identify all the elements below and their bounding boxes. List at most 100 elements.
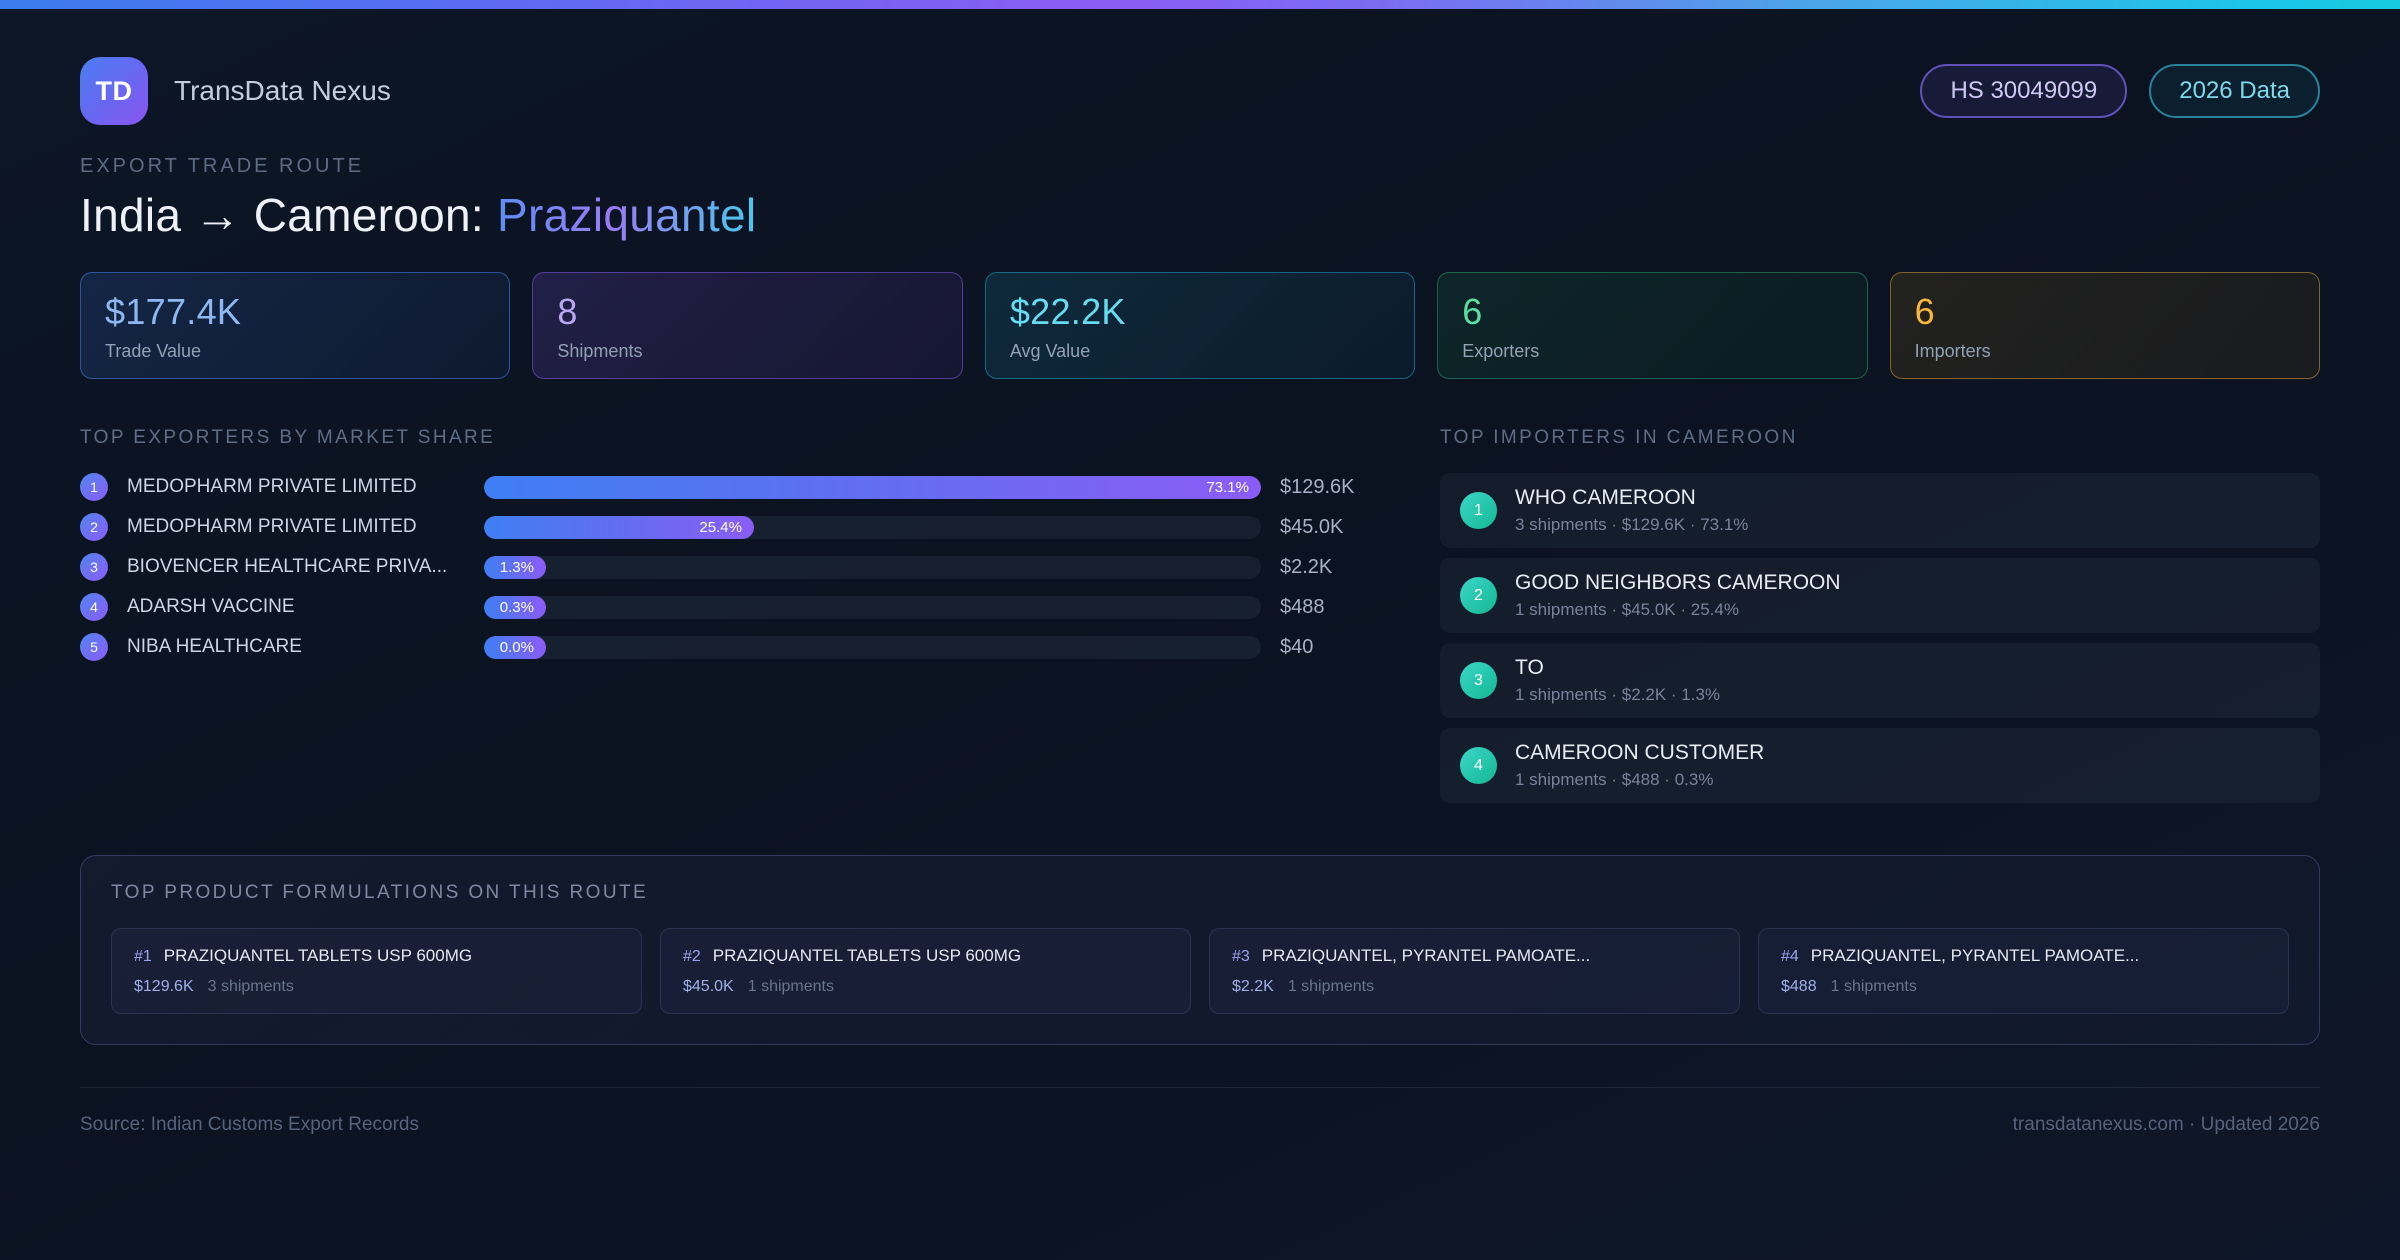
exporter-row[interactable]: 3 BIOVENCER HEALTHCARE PRIVA... 1.3% $2.… [80, 553, 1380, 581]
stat-label: Avg Value [1009, 341, 1091, 361]
product-rank: #3 [1232, 948, 1250, 965]
importer-info: WHO CAMEROON 3 shipments · $129.6K · 73.… [1515, 486, 1748, 535]
importer-card[interactable]: 1 WHO CAMEROON 3 shipments · $129.6K · 7… [1440, 473, 2320, 548]
product-header: #2 PRAZIQUANTEL TABLETS USP 600MG [683, 946, 1168, 966]
stat-value: $177.4K [105, 291, 242, 332]
importer-name: WHO CAMEROON [1515, 486, 1696, 509]
exporter-name: NIBA HEALTHCARE [127, 636, 302, 657]
product-card[interactable]: #4 PRAZIQUANTEL, PYRANTEL PAMOATE... $48… [1758, 928, 2289, 1014]
exporter-name: MEDOPHARM PRIVATE LIMITED [127, 476, 417, 497]
importer-rank-badge: 1 [1460, 492, 1497, 529]
exporter-row[interactable]: 4 ADARSH VACCINE 0.3% $488 [80, 593, 1380, 621]
stat-card: 6 Exporters [1437, 272, 1868, 379]
page-title-product: Praziquantel [497, 189, 757, 241]
stat-card: 6 Importers [1889, 272, 2321, 379]
product-card[interactable]: #3 PRAZIQUANTEL, PYRANTEL PAMOATE... $2.… [1209, 928, 1740, 1014]
exporter-trade-value: $40 [1280, 635, 1314, 658]
app-logo-text: TD [95, 75, 133, 106]
stat-value: 6 [1462, 291, 1483, 332]
product-name: PRAZIQUANTEL TABLETS USP 600MG [712, 946, 1022, 965]
app-name: TransData Nexus [174, 75, 391, 106]
products-section-title: TOP PRODUCT FORMULATIONS ON THIS ROUTE [111, 882, 649, 903]
stat-label: Importers [1914, 341, 1991, 361]
importer-card[interactable]: 3 TO 1 shipments · $2.2K · 1.3% [1440, 643, 2320, 718]
product-name: PRAZIQUANTEL, PYRANTEL PAMOATE... [1810, 946, 2140, 965]
importers-list: 1 WHO CAMEROON 3 shipments · $129.6K · 7… [1440, 473, 2320, 803]
importer-card[interactable]: 2 GOOD NEIGHBORS CAMEROON 1 shipments · … [1440, 558, 2320, 633]
market-share-bar-track: 73.1% [484, 475, 1261, 499]
importer-rank-badge: 4 [1460, 747, 1497, 784]
footer: Source: Indian Customs Export Records tr… [80, 1087, 2320, 1136]
market-share-bar: 73.1% [484, 475, 1261, 499]
market-share-percentage: 0.0% [499, 638, 534, 656]
exporter-rank-badge: 1 [80, 473, 108, 501]
exporter-row[interactable]: 2 MEDOPHARM PRIVATE LIMITED 25.4% $45.0K [80, 513, 1380, 541]
exporters-section-title: TOP EXPORTERS BY MARKET SHARE [80, 427, 496, 448]
exporter-name: ADARSH VACCINE [127, 596, 295, 617]
market-share-bar: 0.3% [484, 595, 546, 619]
stat-card: 8 Shipments [532, 272, 963, 379]
stat-value: $22.2K [1009, 291, 1126, 332]
importer-meta: 3 shipments · $129.6K · 73.1% [1515, 515, 1749, 534]
exporter-trade-value: $488 [1280, 595, 1325, 618]
header: TD TransData Nexus HS 30049099 2026 Data [80, 57, 2320, 125]
footer-site-link[interactable]: transdatanexus.com · Updated 2026 [2013, 1114, 2320, 1136]
market-share-bar-track: 1.3% [484, 555, 1261, 579]
product-header: #3 PRAZIQUANTEL, PYRANTEL PAMOATE... [1232, 946, 1717, 966]
importers-section-title: TOP IMPORTERS IN CAMEROON [1440, 427, 1798, 448]
stat-cards-row: $177.4K Trade Value 8 Shipments $22.2K A… [80, 272, 2321, 379]
product-stats: $45.0K 1 shipments [683, 978, 1168, 996]
product-rank: #4 [1781, 948, 1799, 965]
product-card[interactable]: #1 PRAZIQUANTEL TABLETS USP 600MG $129.6… [111, 928, 642, 1014]
stat-label: Shipments [557, 341, 643, 361]
product-card[interactable]: #2 PRAZIQUANTEL TABLETS USP 600MG $45.0K… [660, 928, 1191, 1014]
market-share-percentage: 73.1% [1206, 478, 1249, 496]
market-share-bar: 25.4% [484, 515, 754, 539]
exporter-row[interactable]: 5 NIBA HEALTHCARE 0.0% $40 [80, 633, 1380, 661]
header-badges: HS 30049099 2026 Data [1920, 63, 2320, 119]
page-title: India → Cameroon: Praziquantel [80, 188, 2320, 242]
product-value: $488 [1781, 978, 1817, 995]
exporter-trade-value: $45.0K [1280, 515, 1344, 538]
exporter-trade-value: $129.6K [1280, 475, 1355, 498]
importer-card[interactable]: 4 CAMEROON CUSTOMER 1 shipments · $488 ·… [1440, 728, 2320, 803]
main-columns: TOP EXPORTERS BY MARKET SHARE 1 MEDOPHAR… [80, 427, 2320, 803]
importer-rank-badge: 3 [1460, 662, 1497, 699]
product-rank: #2 [683, 948, 701, 965]
stat-label: Trade Value [105, 341, 202, 361]
importer-info: CAMEROON CUSTOMER 1 shipments · $488 · 0… [1515, 741, 1764, 790]
brand: TD TransData Nexus [80, 57, 391, 125]
market-share-bar: 0.0% [484, 635, 546, 659]
product-header: #1 PRAZIQUANTEL TABLETS USP 600MG [134, 946, 619, 966]
product-stats: $2.2K 1 shipments [1232, 978, 1717, 996]
product-name: PRAZIQUANTEL, PYRANTEL PAMOATE... [1261, 946, 1591, 965]
page-title-route: India → Cameroon: [80, 189, 498, 241]
hs-code-badge[interactable]: HS 30049099 [1920, 63, 2128, 119]
product-value: $45.0K [683, 978, 734, 995]
exporters-section: TOP EXPORTERS BY MARKET SHARE 1 MEDOPHAR… [80, 427, 1380, 661]
importer-name: GOOD NEIGHBORS CAMEROON [1515, 571, 1841, 594]
product-shipments: 1 shipments [747, 978, 834, 995]
exporters-list: 1 MEDOPHARM PRIVATE LIMITED 73.1% $129.6… [80, 473, 1380, 661]
exporter-rank-badge: 2 [80, 513, 108, 541]
importer-meta: 1 shipments · $45.0K · 25.4% [1515, 600, 1739, 619]
importer-name: TO [1515, 656, 1544, 679]
products-list: #1 PRAZIQUANTEL TABLETS USP 600MG $129.6… [111, 928, 2289, 1014]
market-share-percentage: 1.3% [499, 558, 534, 576]
accent-gradient-strip [0, 0, 2400, 9]
product-header: #4 PRAZIQUANTEL, PYRANTEL PAMOATE... [1781, 946, 2266, 966]
exporter-row[interactable]: 1 MEDOPHARM PRIVATE LIMITED 73.1% $129.6… [80, 473, 1380, 501]
product-rank: #1 [134, 948, 152, 965]
year-data-badge[interactable]: 2026 Data [2149, 63, 2320, 119]
importer-info: GOOD NEIGHBORS CAMEROON 1 shipments · $4… [1515, 571, 1841, 620]
exporter-rank-badge: 3 [80, 553, 108, 581]
products-section: TOP PRODUCT FORMULATIONS ON THIS ROUTE #… [80, 855, 2320, 1045]
market-share-percentage: 0.3% [499, 598, 534, 616]
importer-meta: 1 shipments · $2.2K · 1.3% [1515, 685, 1721, 704]
stat-card: $22.2K Avg Value [984, 272, 1416, 379]
importer-name: CAMEROON CUSTOMER [1515, 741, 1765, 764]
market-share-bar-track: 0.0% [484, 635, 1261, 659]
stat-label: Exporters [1462, 341, 1540, 361]
page: TD TransData Nexus HS 30049099 2026 Data… [0, 57, 2400, 1136]
product-stats: $129.6K 3 shipments [134, 978, 619, 996]
